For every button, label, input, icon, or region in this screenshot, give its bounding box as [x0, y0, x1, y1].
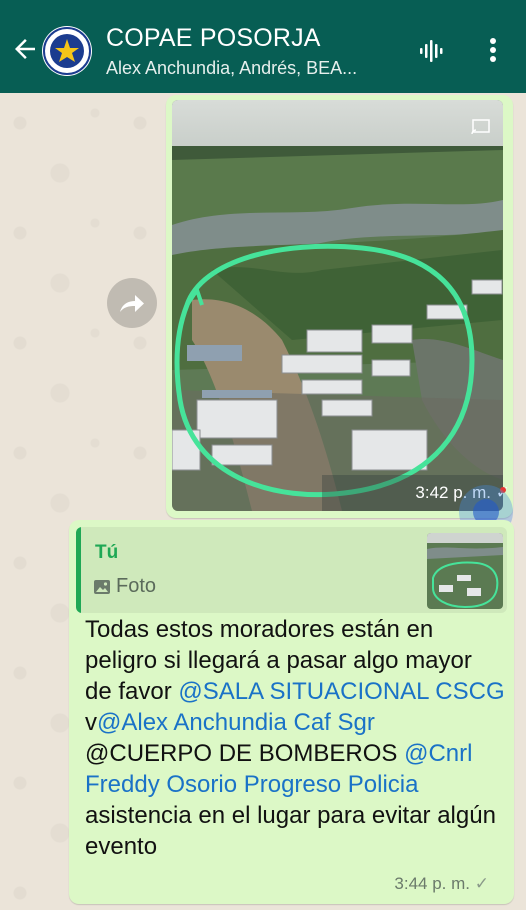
aerial-flood-photo[interactable] [172, 100, 503, 511]
message-text: Todas estos moradores están en peligro s… [85, 614, 505, 862]
photo-icon [94, 580, 110, 594]
message-text-part: @CUERPO DE BOMBEROS [85, 740, 405, 767]
chat-participants[interactable]: Alex Anchundia, Andrés, BEA... [106, 58, 357, 79]
image-message-bubble[interactable] [166, 95, 513, 518]
group-avatar[interactable] [42, 26, 92, 76]
message-text-part: asistencia en el lugar para evitar algún… [85, 802, 496, 860]
quote-media-label: Foto [116, 575, 157, 597]
sent-tick-icon: ✓ [474, 874, 489, 893]
forward-icon [120, 295, 144, 312]
text-message-bubble[interactable]: Tú Foto Todas estos moradores están en p… [69, 520, 514, 904]
quote-thumbnail [427, 533, 503, 609]
mention-sala-situacional[interactable]: @SALA SITUACIONAL CSCG [178, 678, 504, 705]
forward-button[interactable] [107, 278, 157, 328]
chat-title[interactable]: COPAE POSORJA [106, 24, 321, 53]
mention-alex-anchundia[interactable]: @Alex Anchundia Caf Sgr [97, 709, 375, 736]
quoted-message[interactable]: Tú Foto [76, 527, 507, 613]
message-text-part: v [85, 709, 97, 736]
quote-author: Tú [95, 542, 119, 563]
quote-accent-bar [76, 527, 81, 613]
chat-header: COPAE POSORJA Alex Anchundia, Andrés, BE… [0, 0, 526, 93]
more-options-icon[interactable] [480, 35, 506, 65]
voice-chat-icon[interactable] [418, 37, 446, 65]
back-arrow-icon[interactable] [10, 34, 40, 64]
text-message-time: 3:44 p. m. ✓ [394, 874, 489, 893]
